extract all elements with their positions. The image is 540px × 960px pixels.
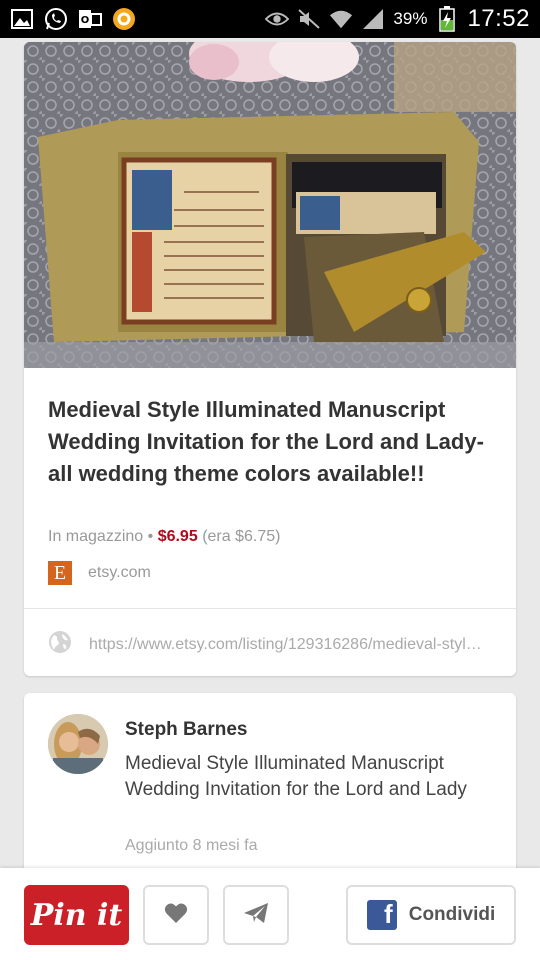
source-url: https://www.etsy.com/listing/129316286/m… — [89, 635, 489, 653]
pin-it-button[interactable]: Pin it — [24, 885, 129, 945]
battery-icon — [435, 6, 459, 32]
added-time: Aggiunto 8 mesi fa — [125, 837, 258, 854]
source-link[interactable]: https://www.etsy.com/listing/129316286/m… — [48, 630, 494, 659]
svg-text:O: O — [81, 15, 90, 26]
gallery-icon — [10, 7, 34, 31]
pin-info-card: Steph Barnes Medieval Style Illuminated … — [24, 693, 516, 893]
globe-icon — [48, 630, 72, 659]
product-image[interactable] — [24, 42, 516, 368]
avatar[interactable] — [48, 714, 108, 774]
product-card: Medieval Style Illuminated Manuscript We… — [24, 42, 516, 676]
action-bar: Pin it f Condividi — [0, 868, 540, 960]
mute-icon — [297, 7, 321, 31]
like-button[interactable] — [143, 885, 209, 945]
signal-icon — [361, 7, 385, 31]
meta-separator: • — [147, 528, 154, 545]
clock: 17:52 — [467, 5, 530, 32]
heart-icon — [164, 902, 188, 929]
divider — [24, 608, 516, 609]
send-button[interactable] — [223, 885, 289, 945]
product-title[interactable]: Medieval Style Illuminated Manuscript We… — [48, 394, 494, 490]
send-icon — [243, 902, 269, 929]
whatsapp-icon — [44, 7, 68, 31]
was-price: (era $6.75) — [202, 528, 281, 545]
pin-description: Medieval Style Illuminated Manuscript We… — [125, 753, 467, 800]
share-label: Condividi — [408, 904, 496, 925]
domain-label: etsy.com — [88, 564, 151, 581]
source-domain[interactable]: E etsy.com — [48, 561, 151, 585]
facebook-share-button[interactable]: f Condividi — [346, 885, 516, 945]
product-meta: In magazzino • $6.95 (era $6.75) — [48, 528, 280, 546]
status-bar: O 39% 17:52 — [0, 0, 540, 38]
app-icon — [112, 7, 136, 31]
etsy-logo-icon: E — [48, 561, 72, 585]
outlook-icon: O — [78, 7, 102, 31]
battery-percent: 39% — [393, 9, 428, 28]
wifi-icon — [329, 7, 353, 31]
facebook-icon: f — [366, 899, 397, 930]
stock-status: In magazzino — [48, 528, 144, 545]
price: $6.95 — [157, 528, 198, 545]
author-name[interactable]: Steph Barnes — [125, 719, 247, 741]
eye-icon — [265, 7, 290, 31]
